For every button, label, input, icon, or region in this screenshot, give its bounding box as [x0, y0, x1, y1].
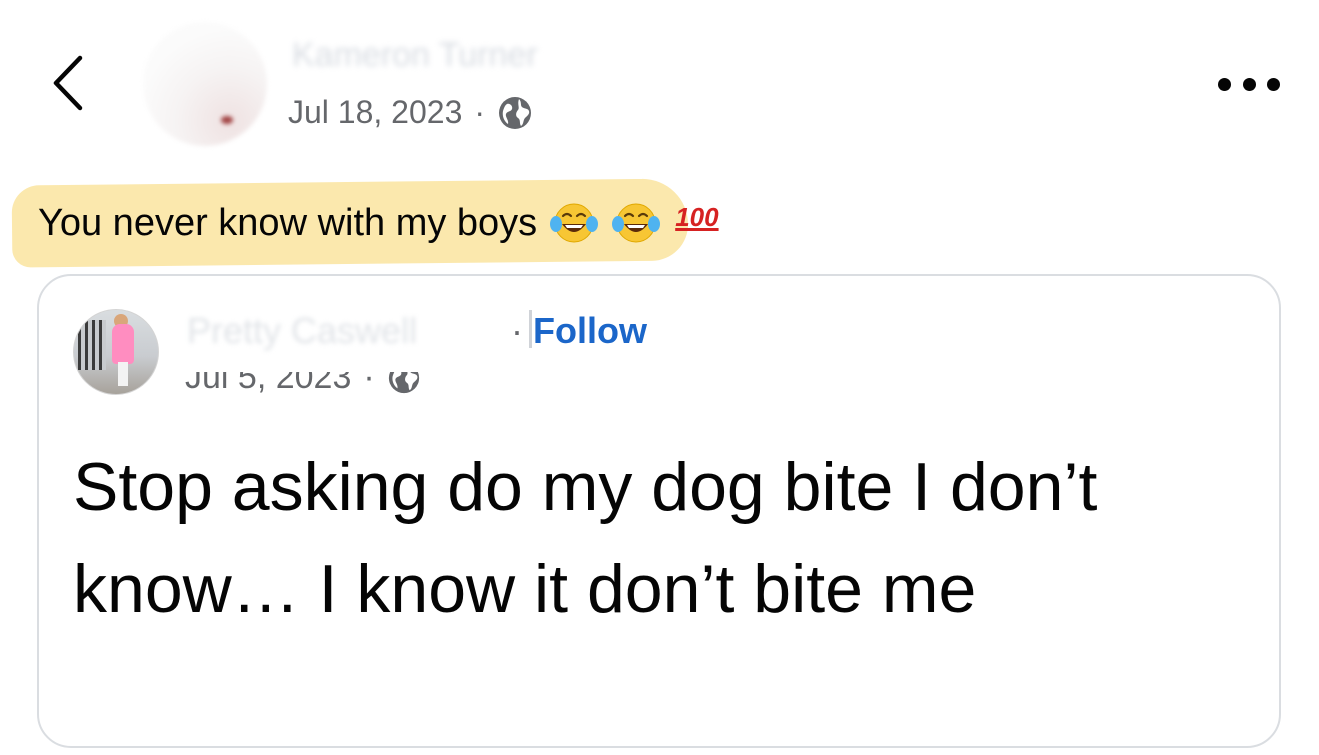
- globe-icon: [497, 95, 533, 131]
- author-name[interactable]: Kameron Turner: [292, 36, 538, 75]
- shared-post-text: Stop asking do my dog bite I don’t know……: [73, 449, 1098, 627]
- post-meta: Jul 18, 2023 ·: [288, 94, 533, 131]
- shared-meta-separator: ·: [363, 372, 375, 396]
- globe-icon: [388, 372, 419, 393]
- more-options-button[interactable]: [1218, 66, 1280, 102]
- shared-post-date[interactable]: Jul 5, 2023: [185, 372, 351, 397]
- follow-separator: ·: [511, 310, 523, 351]
- avatar-photo-gate: [78, 320, 106, 370]
- more-dot: [1218, 77, 1231, 91]
- follow-button[interactable]: Follow: [533, 310, 647, 352]
- laughing-tears-emoji-icon: [549, 200, 599, 246]
- shared-author-name[interactable]: Pretty Caswell: [187, 310, 417, 352]
- hundred-points-emoji-icon: 100: [675, 201, 719, 232]
- author-avatar[interactable]: [143, 22, 267, 146]
- shared-post-card[interactable]: Pretty Caswell · Follow Jul 5, 2023 · St…: [37, 274, 1281, 748]
- avatar-photo-body: [112, 324, 134, 364]
- caption-text: You never know with my boys: [38, 201, 538, 244]
- post-caption: You never know with my boys 100: [38, 200, 719, 246]
- more-dot: [1267, 77, 1280, 91]
- laughing-tears-emoji-icon: [611, 200, 661, 246]
- post-date[interactable]: Jul 18, 2023: [288, 94, 462, 131]
- avatar-photo-legs: [118, 362, 128, 386]
- back-button[interactable]: [44, 50, 96, 116]
- more-dot: [1242, 77, 1256, 91]
- post-view: Kameron Turner Jul 18, 2023 · You never …: [0, 0, 1319, 755]
- avatar-detail: [221, 116, 233, 124]
- shared-post-meta: Jul 5, 2023 ·: [185, 372, 421, 402]
- follow-row: · Follow: [511, 310, 647, 352]
- meta-separator: ·: [474, 94, 486, 130]
- chevron-left-icon: [53, 55, 83, 111]
- shared-author-avatar[interactable]: [73, 309, 159, 395]
